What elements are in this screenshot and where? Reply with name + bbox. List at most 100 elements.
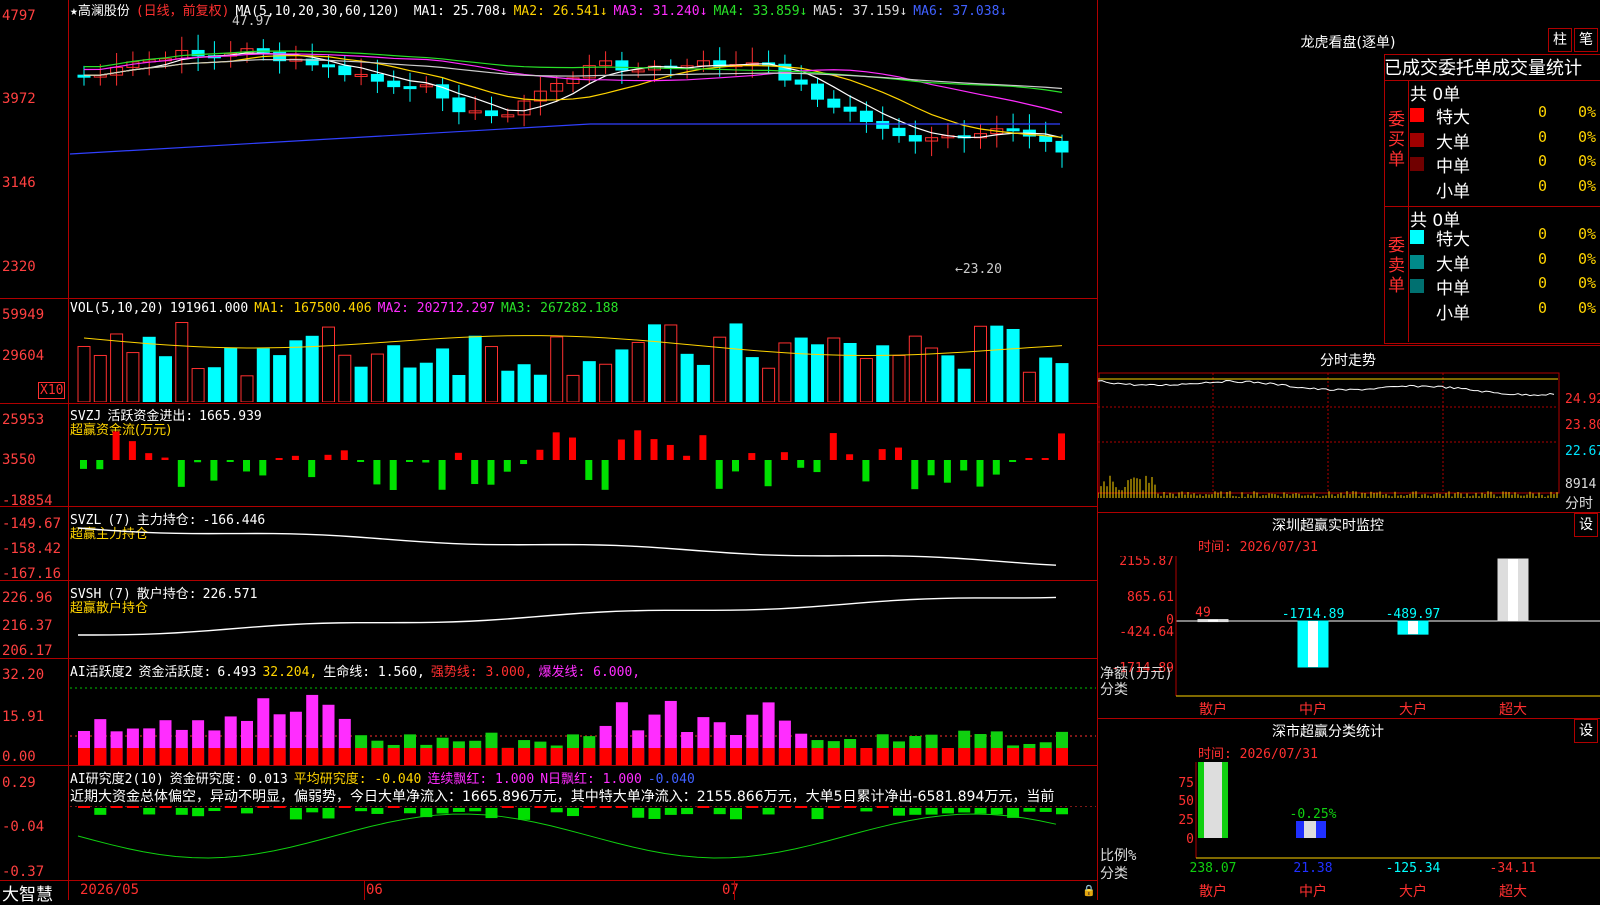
flow-bar [797, 460, 805, 468]
color-swatch [1410, 279, 1424, 293]
research-bar [1056, 808, 1068, 815]
activity-base [778, 748, 791, 765]
vol-bar [517, 364, 531, 402]
panel-divider [0, 658, 1098, 659]
activity-base [958, 748, 971, 765]
flow-bar [406, 460, 413, 462]
research-bar [110, 806, 123, 808]
cls-xlabel: 分类 [1100, 866, 1128, 882]
vol-bar [485, 346, 498, 402]
order-size-label: 特大 [1436, 230, 1470, 250]
bar-mode-button[interactable]: 柱 [1548, 28, 1572, 52]
ai2-chart[interactable] [70, 674, 1096, 765]
vol-bar [289, 340, 303, 402]
order-pct: 0% [1578, 298, 1597, 317]
activity-base [1007, 748, 1020, 765]
y-tick: 25953 [2, 412, 45, 428]
order-pct: 0% [1578, 225, 1597, 243]
air-last: -0.040 [647, 772, 695, 787]
vol-bar [925, 347, 939, 402]
right-panel: 龙虎看盘(逐单) 柱 笔 已成交委托单成交量统计 委买单 委卖单 共 0单 共 … [1098, 0, 1600, 900]
flow-bar [943, 460, 951, 483]
research-bar [762, 808, 775, 815]
cls-pct-label: -0.25% [1290, 807, 1337, 822]
vol-bar [207, 367, 221, 402]
candle [452, 97, 466, 113]
vol-chart[interactable] [70, 316, 1096, 402]
flow-bar [976, 460, 984, 487]
activity-base [909, 748, 922, 765]
activity-base [567, 748, 579, 765]
research-bar [1023, 808, 1036, 812]
flow-bar [911, 460, 919, 490]
activity-base [273, 748, 286, 765]
vol-bar [876, 345, 890, 402]
sz-bar-highlight [1508, 559, 1518, 621]
flow-bar [829, 433, 837, 460]
y-tick: 32.20 [2, 667, 45, 683]
flow-bar [471, 460, 479, 485]
price-line [1098, 379, 1555, 397]
intraday-tick: 8914 [1565, 477, 1597, 492]
color-swatch [1410, 230, 1424, 244]
order-count: 0 [1538, 225, 1548, 243]
flow-bar [340, 450, 348, 460]
vol-bar [550, 336, 564, 402]
vol-ma1: MA1: 167500.406 [254, 301, 372, 316]
order-count: 0 [1538, 298, 1548, 317]
flow-bar [1009, 460, 1017, 462]
research-bar [648, 808, 661, 819]
cls-y-tick: 25 [1178, 813, 1194, 828]
flow-bar [422, 460, 430, 463]
vol-bar [582, 361, 596, 402]
order-pct: 0% [1578, 127, 1597, 146]
research-bar [78, 806, 90, 808]
flow-bar [226, 460, 234, 462]
activity-base [583, 748, 596, 765]
cls-category: 大户 [1399, 883, 1427, 900]
activity-base [143, 748, 156, 765]
flow-bar [308, 460, 316, 478]
flow-bar [666, 444, 674, 460]
sz-settings-button[interactable]: 设 [1574, 513, 1598, 537]
flow-bar [878, 449, 886, 460]
flow-bar [357, 460, 365, 462]
research-bar [778, 806, 791, 808]
research-bar [452, 808, 465, 812]
kline-chart[interactable] [70, 14, 1096, 298]
research-bar [159, 806, 172, 808]
sz-monitor-chart[interactable]: 2155.87865.610-424.64-1714.8949散户-1714.8… [1098, 556, 1600, 718]
flow-bar [80, 460, 87, 469]
candle [892, 127, 906, 137]
research-bar [469, 808, 482, 812]
month-divider [734, 881, 735, 900]
svzj-chart[interactable] [70, 430, 1096, 506]
color-swatch [1410, 303, 1424, 318]
research-bar [746, 806, 759, 808]
order-size-label: 大单 [1436, 254, 1470, 275]
cls-settings-button[interactable]: 设 [1574, 719, 1598, 743]
vol-bar [354, 366, 368, 402]
research-bar [175, 808, 188, 815]
activity-base [404, 748, 416, 765]
activity-base [518, 748, 531, 765]
cls-chart[interactable]: 75 50 25 0 -0.25% 238.07 散户 21.38 中户 -125.34 大户 -34… [1098, 762, 1600, 900]
ai-research-chart[interactable] [70, 806, 1096, 880]
svzl-chart[interactable] [70, 520, 1096, 580]
vol-bar [142, 336, 156, 402]
order-stats-title: 已成交委托单成交量统计 [1384, 58, 1582, 79]
vol-bar [859, 358, 873, 402]
pen-mode-button[interactable]: 笔 [1574, 28, 1598, 52]
order-size-label: 大单 [1436, 132, 1470, 153]
candle [811, 83, 824, 100]
sz-y-tick: 2155.87 [1119, 556, 1174, 569]
order-pct: 0% [1578, 176, 1597, 195]
sz-category: 中户 [1299, 701, 1327, 718]
lock-icon[interactable]: 🔒 [1082, 884, 1096, 897]
cls-ylabel: 比例% [1100, 848, 1137, 864]
intraday-chart[interactable] [1098, 372, 1564, 510]
research-bar [860, 808, 873, 812]
main-chart-area[interactable]: ★高澜股份 (日线，前复权) MA(5,10,20,30,60,120) MA1: … [0, 0, 1098, 905]
activity-base [110, 748, 123, 765]
svsh-chart[interactable] [70, 595, 1096, 658]
